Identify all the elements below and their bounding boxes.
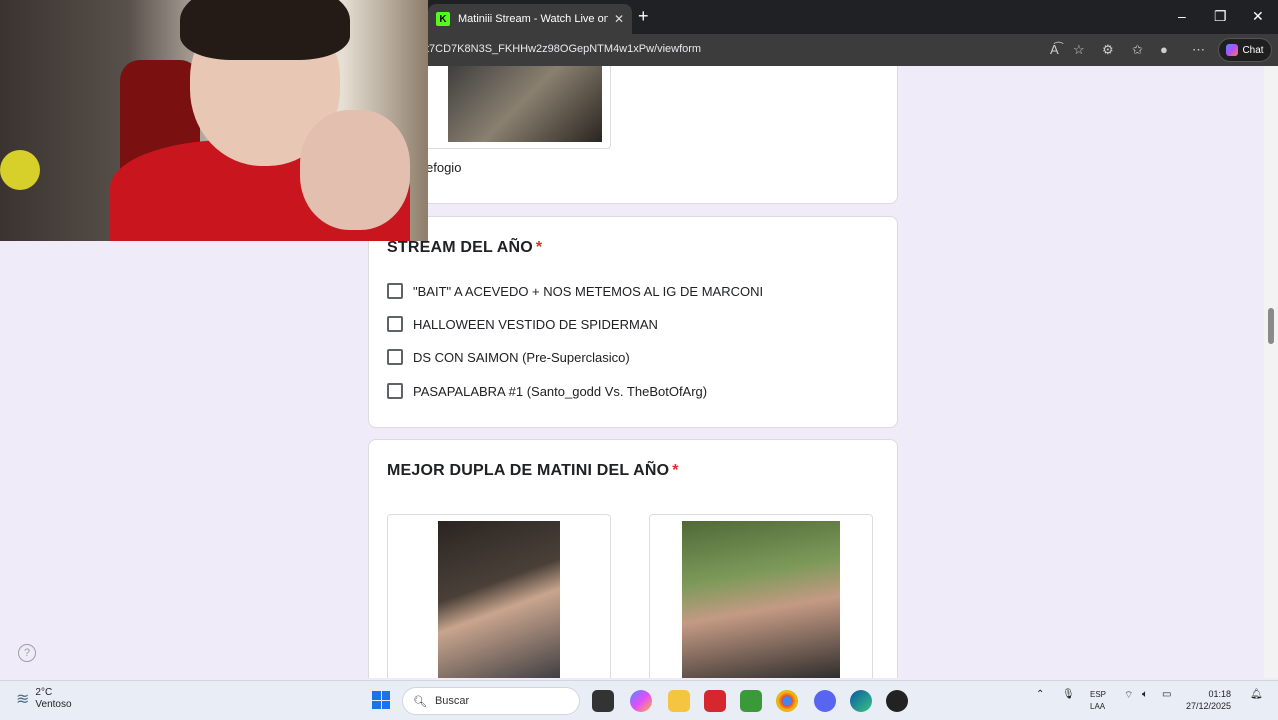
image-option-1[interactable] xyxy=(387,514,611,678)
microphone-icon[interactable]: 🎙︎ xyxy=(1062,689,1075,700)
option-label: PASAPALABRA #1 (Santo_godd Vs. TheBotOfA… xyxy=(413,383,708,399)
minimize-icon[interactable]: – xyxy=(1178,8,1186,24)
question-title: MEJOR DUPLA DE MATINI DEL AÑO * xyxy=(387,462,679,480)
wifi-icon[interactable]: ⌔ xyxy=(1124,689,1133,702)
copilot-chat-button[interactable]: Chat xyxy=(1218,38,1272,62)
option-ds-saimon[interactable]: DS CON SAIMON (Pre-Superclasico) xyxy=(387,349,630,365)
checkbox[interactable] xyxy=(387,316,403,332)
kick-favicon-icon: K xyxy=(436,12,450,26)
volume-icon[interactable]: 🔈︎ xyxy=(1142,689,1148,700)
option-label: "BAIT" A ACEVEDO + NOS METEMOS AL IG DE … xyxy=(413,283,764,299)
lang-bottom: LAA xyxy=(1090,702,1106,711)
language-indicator[interactable]: ESP LAA xyxy=(1090,689,1106,713)
clock[interactable]: 01:18 27/12/2025 xyxy=(1186,688,1231,712)
search-icon: 🔍︎ xyxy=(413,695,427,708)
webcam-overlay xyxy=(0,0,428,241)
previous-question-card xyxy=(368,66,898,204)
battery-icon[interactable]: ▭ xyxy=(1162,689,1171,700)
office-app-icon[interactable] xyxy=(704,690,726,712)
chrome-icon[interactable] xyxy=(776,690,798,712)
tab-title: Matiniii Stream - Watch Live on Ki xyxy=(458,13,608,25)
question-card-dupla: MEJOR DUPLA DE MATINI DEL AÑO * xyxy=(368,439,898,678)
close-tab-icon[interactable]: ✕ xyxy=(614,12,624,26)
webcam-hair xyxy=(180,0,350,60)
checkbox[interactable] xyxy=(387,283,403,299)
taskbar-search[interactable]: 🔍︎ Buscar xyxy=(402,687,580,715)
clock-time: 01:18 xyxy=(1208,689,1232,699)
favorites-icon[interactable]: ✩ xyxy=(1132,42,1143,58)
maximize-icon[interactable]: ❐ xyxy=(1214,8,1227,25)
option-label: DS CON SAIMON (Pre-Superclasico) xyxy=(413,349,630,365)
weather-widget[interactable]: ≋ 2°C Ventoso xyxy=(16,687,72,711)
weather-desc: Ventoso xyxy=(35,699,72,710)
webcam-hand xyxy=(300,110,410,230)
lang-top: ESP xyxy=(1090,690,1107,699)
task-view-icon[interactable] xyxy=(592,690,614,712)
chat-label: Chat xyxy=(1242,44,1264,56)
copilot-taskbar-icon[interactable] xyxy=(630,690,652,712)
previous-image-caption: efogio xyxy=(426,160,462,175)
option-photo-2 xyxy=(682,521,840,678)
edge-icon[interactable] xyxy=(850,690,872,712)
webcam-toy xyxy=(0,150,40,190)
required-mark: * xyxy=(672,462,679,479)
windows-taskbar: ≋ 2°C Ventoso 🔍︎ Buscar ⌃ 🎙︎ ESP LAA ⌔ 🔈… xyxy=(0,680,1278,720)
previous-photo xyxy=(448,66,602,142)
help-icon[interactable]: ? xyxy=(18,644,36,662)
notification-bell-icon[interactable]: 🔔︎ xyxy=(1250,689,1263,700)
option-label: HALLOWEEN VESTIDO DE SPIDERMAN xyxy=(413,316,658,332)
image-option-2[interactable] xyxy=(649,514,873,678)
copilot-icon xyxy=(1226,44,1239,56)
game-app-icon[interactable] xyxy=(740,690,762,712)
scroll-thumb[interactable] xyxy=(1268,308,1274,344)
browser-tab[interactable]: K Matiniii Stream - Watch Live on Ki ✕ xyxy=(428,4,632,34)
start-button-icon[interactable] xyxy=(372,691,390,709)
question-title: STREAM DEL AÑO * xyxy=(387,239,542,257)
read-aloud-icon[interactable]: A͡ xyxy=(1050,42,1059,57)
clock-date: 27/12/2025 xyxy=(1186,701,1232,711)
required-mark: * xyxy=(535,239,543,256)
url-field[interactable]: t7CD7K8N3S_FKHHw2z98OGepNTM4w1xPw/viewfo… xyxy=(426,43,701,55)
page-scrollbar[interactable] xyxy=(1264,66,1278,678)
checkbox[interactable] xyxy=(387,349,403,365)
app-icon[interactable] xyxy=(886,690,908,712)
profile-avatar-icon[interactable]: ● xyxy=(1160,42,1168,57)
tray-overflow-icon[interactable]: ⌃ xyxy=(1036,689,1044,700)
more-menu-icon[interactable]: ⋯ xyxy=(1192,42,1205,58)
option-bait-acevedo[interactable]: "BAIT" A ACEVEDO + NOS METEMOS AL IG DE … xyxy=(387,283,763,299)
search-placeholder: Buscar xyxy=(434,695,470,707)
question-title-text: MEJOR DUPLA DE MATINI DEL AÑO xyxy=(387,462,670,479)
wind-icon: ≋ xyxy=(16,691,30,708)
favorite-star-icon[interactable]: ☆ xyxy=(1073,42,1085,58)
weather-text: 2°C Ventoso xyxy=(35,687,71,711)
option-pasapalabra[interactable]: PASAPALABRA #1 (Santo_godd Vs. TheBotOfA… xyxy=(387,383,707,399)
window-close-icon[interactable]: ✕ xyxy=(1252,8,1264,25)
question-title-text: STREAM DEL AÑO xyxy=(387,239,533,256)
new-tab-icon[interactable]: + xyxy=(638,6,649,27)
weather-temp: 2°C xyxy=(35,687,53,698)
checkbox[interactable] xyxy=(387,383,403,399)
option-photo-1 xyxy=(438,521,560,678)
question-card-stream: STREAM DEL AÑO * "BAIT" A ACEVEDO + NOS M… xyxy=(368,216,898,428)
extensions-icon[interactable]: ⚙ xyxy=(1102,42,1114,58)
discord-icon[interactable] xyxy=(814,690,836,712)
option-halloween[interactable]: HALLOWEEN VESTIDO DE SPIDERMAN xyxy=(387,316,658,332)
file-explorer-icon[interactable] xyxy=(668,690,690,712)
